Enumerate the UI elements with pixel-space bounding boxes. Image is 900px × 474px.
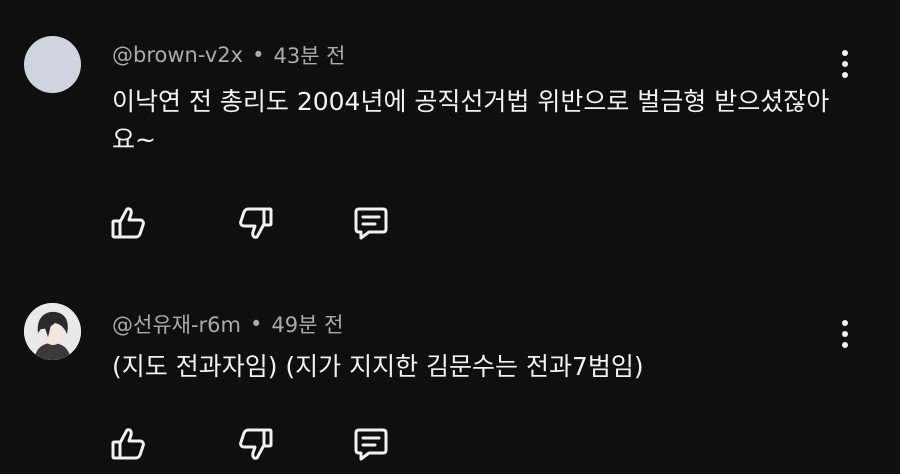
avatar[interactable] [24,303,81,360]
more-vert-icon[interactable] [832,316,858,352]
thumbs-down-icon [239,428,273,460]
dislike-button[interactable] [232,199,280,247]
meta-separator: • [252,43,265,67]
reply-button[interactable] [347,199,395,247]
author-handle[interactable]: @brown-v2x [112,43,243,67]
avatar-illustration [24,303,81,360]
avatar[interactable] [24,36,81,93]
reply-icon [354,207,388,240]
reply-button[interactable] [347,420,395,468]
meta-separator: • [250,312,263,336]
comment-meta: @선유재-r6m • 49분 전 [112,309,343,339]
reply-icon [354,428,388,461]
comment-text: (지도 전과자임) (지가 지지한 김문수는 전과7범임) [112,352,644,381]
comment: @선유재-r6m • 49분 전 (지도 전과자임) (지가 지지한 김문수는 … [0,285,900,474]
comment-time[interactable]: 49분 전 [271,309,343,339]
thumbs-up-icon [111,207,145,239]
comment-time[interactable]: 43분 전 [273,40,345,70]
comment-meta: @brown-v2x • 43분 전 [112,40,346,70]
comment-text: 이낙연 전 총리도 2004년에 공직선거법 위반으로 벌금형 받으셨잖아요~ [112,87,830,154]
thumbs-up-icon [111,428,145,460]
comment-actions [100,420,420,468]
like-button[interactable] [104,420,152,468]
comment: @brown-v2x • 43분 전 이낙연 전 총리도 2004년에 공직선거… [0,0,900,260]
more-vert-icon[interactable] [832,46,858,82]
author-handle[interactable]: @선유재-r6m [112,309,241,339]
comment-actions [100,199,420,247]
dislike-button[interactable] [232,420,280,468]
like-button[interactable] [104,199,152,247]
thumbs-down-icon [239,207,273,239]
